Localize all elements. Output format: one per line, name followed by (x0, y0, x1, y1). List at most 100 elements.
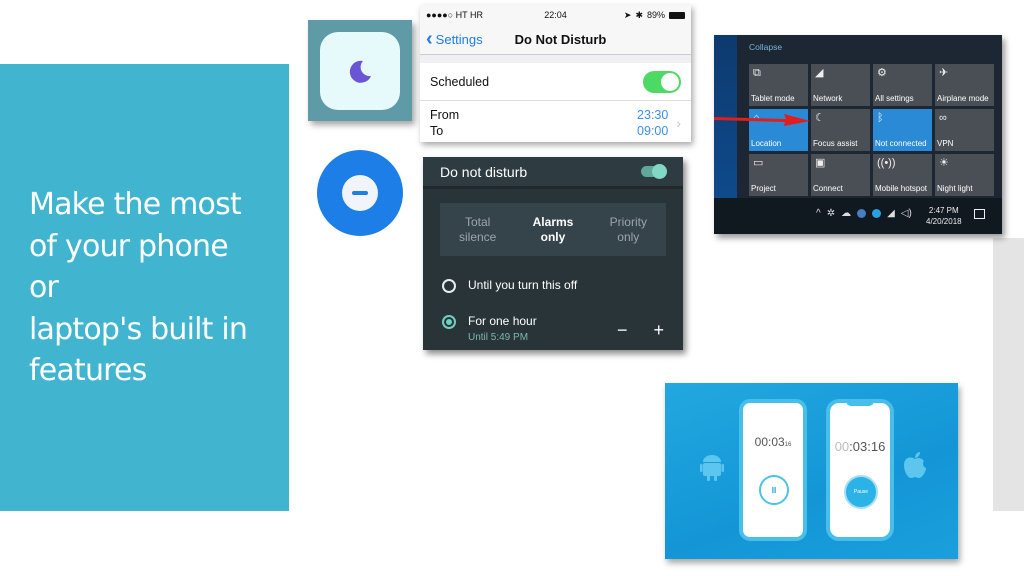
iphone-notch (846, 399, 874, 406)
not-connected-icon: ᛒ (877, 112, 884, 124)
from-to-row[interactable]: From To 23:30 09:00 › (420, 101, 691, 142)
title-line: of your phone (29, 228, 229, 264)
tile-label: All settings (875, 94, 914, 103)
dnd-mode-tabs: Total silence Alarms only Priority only (440, 203, 666, 256)
collapse-link[interactable]: Collapse (749, 42, 782, 52)
tile-label: Location (751, 139, 782, 148)
scheduled-label: Scheduled (430, 74, 490, 89)
chevron-up-icon[interactable]: ^ (816, 208, 821, 219)
battery-percent: 89% (646, 10, 665, 20)
bluetooth-icon: ✱ (635, 9, 643, 20)
tab-priority-only[interactable]: Priority only (591, 203, 666, 256)
settings-tray-icon[interactable]: ✲ (827, 208, 835, 219)
network-icon: ◢ (815, 67, 824, 79)
option-until-off[interactable]: Until you turn this off (442, 278, 577, 293)
volume-icon[interactable]: ◁) (901, 208, 912, 219)
from-label: From (430, 108, 460, 122)
tile-vpn[interactable]: ∞ VPN (935, 109, 994, 151)
slide-title: Make the most of your phone or laptop's … (29, 184, 279, 392)
dnd-toggle[interactable] (641, 164, 667, 179)
steam-icon[interactable] (857, 209, 867, 218)
ios-pause-button: Pause (844, 475, 878, 509)
tile-mobile-hotspot[interactable]: ((•)) Mobile hotspot (873, 154, 932, 196)
cloud-icon[interactable]: ☁ (841, 208, 851, 219)
mobile-hotspot-icon: ((•)) (877, 157, 896, 169)
tile-focus-assist[interactable]: ☾ Focus assist (811, 109, 870, 151)
focus-assist-icon: ☾ (815, 112, 825, 124)
increase-button[interactable]: + (653, 320, 664, 341)
tab-total-silence[interactable]: Total silence (440, 203, 515, 256)
tile-label: Project (751, 184, 776, 193)
to-label: To (430, 124, 444, 138)
tile-network[interactable]: ◢ Network (811, 64, 870, 106)
title-panel: Make the most of your phone or laptop's … (0, 64, 289, 511)
ios-dnd-app-icon (320, 32, 400, 110)
action-center-icon[interactable] (974, 209, 985, 219)
ios-do-not-disturb-screenshot: ●●●●○ HT HR 22:04 ➤ ✱ 89% ‹ Settings Do … (420, 5, 691, 142)
status-time: 22:04 (544, 10, 567, 20)
tile-connect[interactable]: ▣ Connect (811, 154, 870, 196)
tile-label: VPN (937, 139, 954, 148)
duration-stepper: − + (617, 320, 664, 341)
tile-label: Airplane mode (937, 94, 989, 103)
tile-night-light[interactable]: ☀ Night light (935, 154, 994, 196)
tile-label: Focus assist (813, 139, 858, 148)
ios-timer-display: 00:03:16 (834, 439, 886, 454)
status-right: ➤ ✱ 89% (605, 10, 685, 21)
title-line: features (29, 353, 147, 388)
quick-actions-grid: ⧉ Tablet mode ◢ Network ⚙ All settings ✈ Airpla… (749, 64, 994, 196)
option-sublabel: Until 5:49 PM (468, 332, 529, 343)
tile-project[interactable]: ▭ Project (749, 154, 808, 196)
decorative-strip (993, 238, 1024, 511)
project-icon: ▭ (753, 157, 764, 169)
dnd-title: Do not disturb (440, 163, 528, 180)
decrease-button[interactable]: − (617, 320, 628, 341)
android-phone-mockup: 00:0316 II (739, 399, 807, 541)
tile-label: Not connected (875, 139, 927, 148)
dnd-header: Do not disturb (423, 157, 683, 189)
ios-dnd-icon-image (308, 20, 412, 121)
pause-button: II (759, 475, 789, 505)
title-line: or (29, 270, 59, 305)
tile-label: Network (813, 94, 843, 103)
scheduled-row: Scheduled (420, 63, 691, 101)
all-settings-icon: ⚙ (877, 67, 887, 79)
vpn-icon: ∞ (939, 112, 947, 124)
radio-button[interactable] (442, 279, 456, 293)
telegram-icon[interactable] (872, 209, 882, 218)
tablet-mode-icon: ⧉ (753, 67, 761, 79)
radio-button-selected[interactable] (442, 315, 456, 329)
windows-action-center-screenshot: Collapse ⧉ Tablet mode ◢ Network ⚙ All settin… (714, 35, 1002, 234)
tile-airplane-mode[interactable]: ✈ Airplane mode (935, 64, 994, 106)
taskbar-clock[interactable]: 2:47 PM 4/20/2018 (926, 205, 962, 227)
apple-logo-icon (903, 451, 927, 486)
red-arrow-annotation (714, 114, 810, 126)
connect-icon: ▣ (815, 157, 826, 169)
tile-label: Night light (937, 184, 973, 193)
android-dnd-icon (317, 150, 403, 236)
wifi-icon[interactable]: ◢ (887, 208, 895, 219)
tile-label: Mobile hotspot (875, 184, 928, 193)
airplane-mode-icon: ✈ (939, 67, 949, 79)
option-label: For one hour (468, 314, 537, 328)
system-tray: ^ ✲ ☁ ◢ ◁) (816, 208, 912, 219)
do-not-disturb-minus-icon (342, 175, 378, 211)
tile-not-connected[interactable]: ᛒ Not connected (873, 109, 932, 151)
taskbar: ^ ✲ ☁ ◢ ◁) 2:47 PM 4/20/2018 (714, 198, 1002, 234)
chevron-right-icon: › (676, 115, 681, 131)
android-logo-icon (700, 454, 724, 489)
battery-icon (669, 11, 685, 19)
scheduled-toggle[interactable] (643, 70, 681, 93)
tile-label: Connect (813, 184, 843, 193)
to-time: 09:00 (637, 124, 669, 138)
option-one-hour[interactable]: For one hour Until 5:49 PM (442, 314, 537, 343)
tile-tablet-mode[interactable]: ⧉ Tablet mode (749, 64, 808, 106)
iphone-mockup: 00:03:16 Pause (826, 399, 894, 541)
tab-alarms-only[interactable]: Alarms only (515, 203, 590, 256)
android-timer-display: 00:0316 (754, 435, 792, 449)
crescent-moon-icon (349, 60, 371, 83)
title-line: laptop's built in (29, 311, 248, 347)
from-to-values: 23:30 09:00 › (637, 107, 681, 139)
tile-label: Tablet mode (751, 94, 795, 103)
tile-all-settings[interactable]: ⚙ All settings (873, 64, 932, 106)
